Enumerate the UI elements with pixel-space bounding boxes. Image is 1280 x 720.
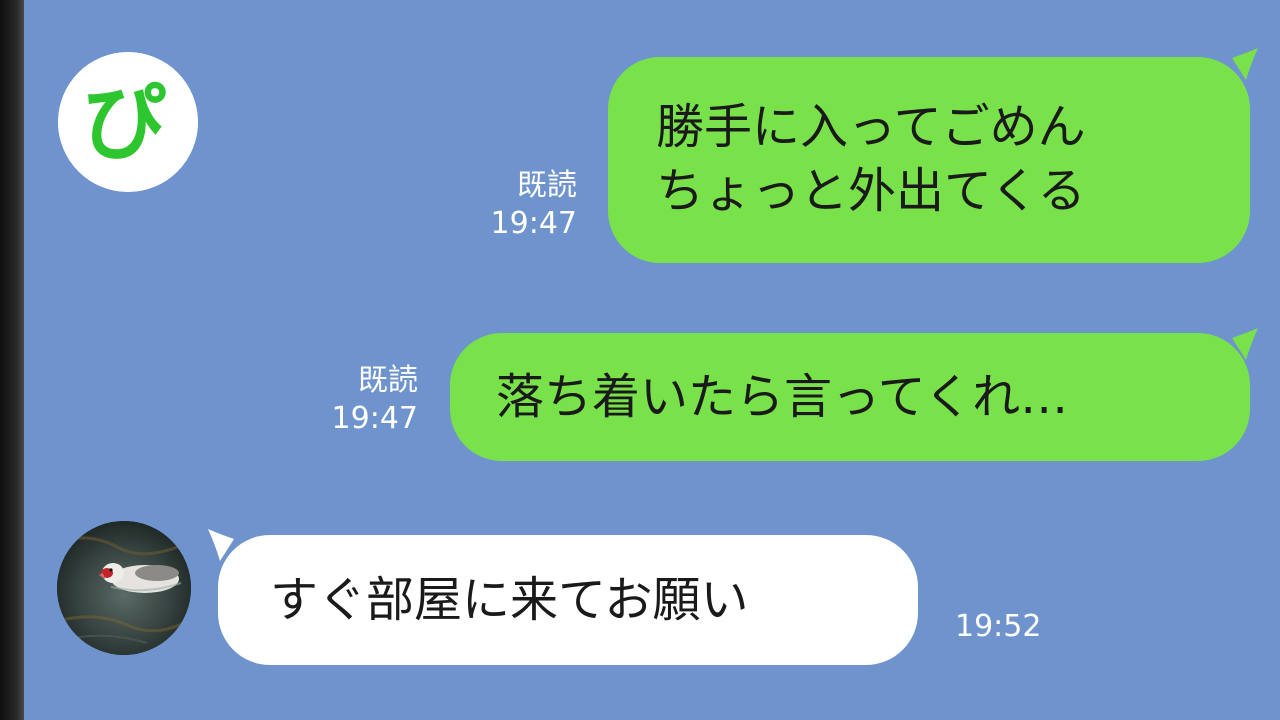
message-line: 落ち着いたら言ってくれ… xyxy=(496,369,1069,425)
message-timestamp: 19:47 xyxy=(490,206,577,241)
phone-bezel xyxy=(0,0,24,720)
sent-message-bubble[interactable]: 落ち着いたら言ってくれ… xyxy=(450,333,1250,461)
contact-avatar[interactable] xyxy=(57,521,191,655)
pi-logo-icon: ぴ xyxy=(58,52,198,192)
message-line: 勝手に入ってごめん xyxy=(656,99,1086,155)
pi-logo-avatar[interactable]: ぴ xyxy=(58,52,198,192)
message-timestamp: 19:52 xyxy=(955,609,1042,644)
message-line: ちょっと外出てくる xyxy=(656,163,1086,219)
sent-message-bubble[interactable]: 勝手に入ってごめん ちょっと外出てくる xyxy=(608,57,1250,263)
chat-screen: ぴ 勝手に入ってごめん ちょっと外出てくる 既読 19:47 落ち着いたら言って… xyxy=(0,0,1280,720)
duck-photo-avatar xyxy=(57,521,191,655)
received-message-bubble[interactable]: すぐ部屋に来てお願い xyxy=(218,535,918,665)
message-meta: 既読 19:47 xyxy=(491,167,577,243)
read-receipt: 既読 xyxy=(358,363,418,398)
message-line: すぐ部屋に来てお願い xyxy=(270,572,749,628)
message-meta: 既読 19:47 xyxy=(332,362,418,438)
message-timestamp: 19:47 xyxy=(331,401,418,436)
pi-logo-glyph: ぴ xyxy=(82,74,166,172)
read-receipt: 既読 xyxy=(517,168,577,203)
